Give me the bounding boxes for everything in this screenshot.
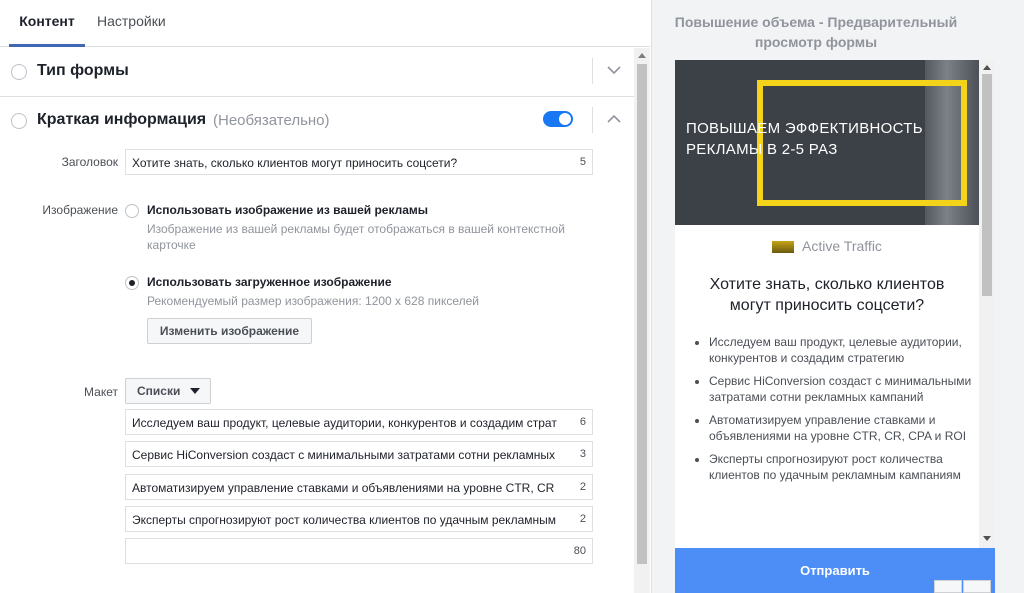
preview-scrollbar[interactable] xyxy=(979,60,995,548)
list-item-char-count: 6 xyxy=(579,416,586,428)
layout-dropdown-value: Списки xyxy=(137,384,181,398)
scroll-up-icon[interactable] xyxy=(638,53,646,58)
headline-input-value: Хотите знать, сколько клиентов могут при… xyxy=(132,156,458,170)
scroll-down-icon[interactable] xyxy=(983,536,991,541)
editor-scrollbar[interactable] xyxy=(634,48,650,593)
layout-label: Макет xyxy=(84,385,118,399)
list-item-input-value: Исследуем ваш продукт, целевые аудитории… xyxy=(132,416,557,430)
image-option-ad-title[interactable]: Использовать изображение из вашей реклам… xyxy=(147,203,428,217)
list-item-input-empty[interactable]: 80 xyxy=(125,538,593,564)
list-item-input[interactable]: Сервис HiConversion создаст с минимальны… xyxy=(125,441,593,467)
brief-info-radio[interactable] xyxy=(11,113,27,129)
list-item-char-count: 2 xyxy=(579,481,586,493)
brief-info-toggle[interactable] xyxy=(543,111,573,127)
section-divider xyxy=(592,107,593,133)
preview-scrollbar-thumb[interactable] xyxy=(982,74,992,296)
list-item: Эксперты спрогнозируют рост количества к… xyxy=(709,451,979,483)
list-item-char-count: 80 xyxy=(573,545,586,557)
section-divider xyxy=(592,58,593,84)
preview-headline: Хотите знать, сколько клиентов могут при… xyxy=(709,276,945,314)
list-item-input-value: Автоматизируем управление ставками и объ… xyxy=(132,481,555,495)
chevron-up-icon[interactable] xyxy=(605,110,623,128)
list-item: Сервис HiConversion создаст с минимальны… xyxy=(709,373,979,405)
editor-scrollbar-thumb[interactable] xyxy=(637,64,647,564)
headline-char-count: 5 xyxy=(579,156,586,168)
image-option-upload-radio[interactable] xyxy=(125,276,139,290)
brand-name: Active Traffic xyxy=(802,238,882,254)
list-item-char-count: 3 xyxy=(579,448,586,460)
editor-tabs: Контент Настройки xyxy=(0,0,650,47)
headline-input[interactable]: Хотите знать, сколько клиентов могут при… xyxy=(125,149,593,175)
image-option-upload-title[interactable]: Использовать загруженное изображение xyxy=(147,275,392,289)
image-option-ad-desc: Изображение из вашей рекламы будет отобр… xyxy=(147,222,565,252)
list-item-input[interactable]: Автоматизируем управление ставками и объ… xyxy=(125,474,593,500)
image-option-upload-desc: Рекомендуемый размер изображения: 1200 x… xyxy=(147,294,479,308)
tab-content[interactable]: Контент xyxy=(9,0,85,47)
preview-prev-button[interactable] xyxy=(934,580,962,593)
layout-dropdown[interactable]: Списки xyxy=(125,378,211,404)
preview-title: Повышение объема - Предварительный просм… xyxy=(674,14,958,50)
headline-label: Заголовок xyxy=(61,155,118,169)
brand-logo-icon xyxy=(772,241,795,254)
scroll-up-icon[interactable] xyxy=(983,65,991,70)
section-form-type[interactable]: Тип формы xyxy=(0,48,634,97)
hero-text: ПОВЫШАЕМ ЭФФЕКТИВНОСТЬ РЕКЛАМЫ В 2-5 РАЗ xyxy=(686,120,923,158)
chevron-down-icon[interactable] xyxy=(605,61,623,79)
list-item-input-value: Эксперты спрогнозируют рост количества к… xyxy=(132,513,556,527)
tab-settings[interactable]: Настройки xyxy=(97,0,166,46)
list-item-input[interactable]: Исследуем ваш продукт, целевые аудитории… xyxy=(125,409,593,435)
preview-hero-image: ПОВЫШАЕМ ЭФФЕКТИВНОСТЬ РЕКЛАМЫ В 2-5 РАЗ xyxy=(675,60,979,225)
list-item: Исследуем ваш продукт, целевые аудитории… xyxy=(709,334,979,366)
preview-next-button[interactable] xyxy=(963,580,991,593)
preview-brand: Active Traffic xyxy=(675,238,979,254)
list-item: Автоматизируем управление ставками и объ… xyxy=(709,412,979,444)
caret-down-icon xyxy=(190,388,200,394)
image-label: Изображение xyxy=(42,203,118,217)
preview-card: ПОВЫШАЕМ ЭФФЕКТИВНОСТЬ РЕКЛАМЫ В 2-5 РАЗ… xyxy=(675,60,979,548)
section-brief-title: Краткая информация xyxy=(37,111,207,128)
preview-bullet-list: Исследуем ваш продукт, целевые аудитории… xyxy=(695,334,979,490)
form-type-radio[interactable] xyxy=(11,64,27,80)
section-form-type-title: Тип формы xyxy=(37,62,129,79)
section-brief-optional: (Необязательно) xyxy=(213,112,330,129)
form-editor-panel: Контент Настройки Тип формы Краткая инфо… xyxy=(0,0,650,593)
list-item-char-count: 2 xyxy=(579,513,586,525)
change-image-button[interactable]: Изменить изображение xyxy=(147,318,312,344)
list-item-input[interactable]: Эксперты спрогнозируют рост количества к… xyxy=(125,506,593,532)
form-preview-panel: Повышение объема - Предварительный просм… xyxy=(651,0,1024,593)
image-option-ad-radio[interactable] xyxy=(125,204,139,218)
list-item-input-value: Сервис HiConversion создаст с минимальны… xyxy=(132,448,555,462)
section-brief-info: Краткая информация (Необязательно) xyxy=(0,97,634,145)
